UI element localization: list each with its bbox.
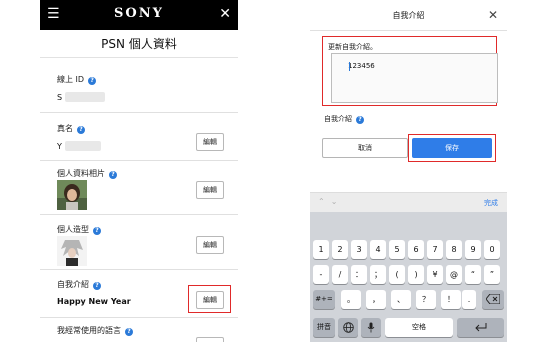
return-key[interactable]	[457, 318, 504, 337]
key-close-paren[interactable]: )	[408, 265, 424, 284]
edit-languages-button[interactable]: 編輯	[196, 337, 224, 342]
done-button[interactable]: 完成	[484, 198, 498, 208]
about-me-value: Happy New Year	[57, 297, 131, 306]
backspace-icon	[485, 293, 501, 305]
return-icon	[474, 323, 486, 332]
edit-profile-photo-button[interactable]: 編輯	[196, 181, 224, 199]
help-icon[interactable]: ?	[88, 77, 97, 85]
sony-logo: SONY	[114, 6, 164, 21]
key-yen[interactable]: ¥	[427, 265, 443, 284]
profile-photo-thumbnail[interactable]	[57, 180, 87, 210]
key-9[interactable]: 9	[465, 240, 481, 259]
about-me-heading: 自我介紹	[324, 115, 352, 123]
key-6[interactable]: 6	[408, 240, 424, 259]
page-title: PSN 個人資料	[40, 30, 238, 58]
key-3[interactable]: 3	[351, 240, 367, 259]
key-pinyin[interactable]: 拼音	[313, 318, 335, 337]
editor-title: 自我介紹	[392, 11, 425, 20]
about-me-edit-area: 更新自我介紹。 123456	[322, 36, 498, 106]
help-icon[interactable]: ?	[93, 282, 101, 290]
key-exclaim[interactable]: ！	[441, 290, 461, 309]
space-key[interactable]: 空格	[385, 318, 453, 337]
update-about-me-label: 更新自我介紹。	[328, 43, 377, 51]
help-icon[interactable]: ?	[125, 328, 133, 336]
edit-real-name-button[interactable]: 編輯	[196, 133, 224, 151]
highlight-box	[188, 285, 231, 313]
avatar-label: 個人造型	[57, 225, 89, 234]
close-icon[interactable]: ✕	[488, 0, 498, 31]
key-8[interactable]: 8	[446, 240, 462, 259]
key-slash[interactable]: /	[332, 265, 348, 284]
key-7[interactable]: 7	[427, 240, 443, 259]
globe-icon	[342, 322, 354, 333]
key-dot[interactable]: .	[462, 290, 476, 309]
section-avatar: 個人造型? 編輯	[40, 215, 238, 270]
help-icon[interactable]: ?	[93, 227, 101, 235]
section-online-id: 線上 ID? S	[40, 58, 238, 113]
key-at[interactable]: @	[446, 265, 462, 284]
key-question[interactable]: ？	[416, 290, 436, 309]
about-me-editor-panel: 自我介紹 ✕ 更新自我介紹。 123456 自我介紹? 取消 保存 ⌃⌄ 完成 …	[310, 0, 507, 342]
microphone-key[interactable]	[361, 318, 381, 337]
next-field-icon[interactable]: ⌄	[331, 197, 344, 206]
backspace-key[interactable]	[482, 290, 504, 309]
previous-field-icon[interactable]: ⌃	[318, 197, 331, 206]
editor-header: 自我介紹 ✕	[310, 0, 507, 31]
keyboard-toolbar: ⌃⌄ 完成	[310, 192, 507, 212]
help-icon[interactable]: ?	[356, 116, 364, 124]
psn-profile-panel: ☰ SONY ✕ PSN 個人資料 線上 ID? S 真名? Y 編輯 個人資料…	[40, 0, 238, 342]
key-close-quote[interactable]: ”	[484, 265, 500, 284]
cancel-button[interactable]: 取消	[322, 138, 408, 158]
text-caret	[349, 62, 350, 71]
key-comma-cjk[interactable]: ，	[366, 290, 386, 309]
redacted-block	[64, 141, 101, 151]
help-icon[interactable]: ?	[77, 126, 85, 134]
key-1[interactable]: 1	[313, 240, 329, 259]
key-5[interactable]: 5	[389, 240, 405, 259]
profile-photo-label: 個人資料相片	[57, 169, 105, 178]
globe-key[interactable]	[338, 318, 358, 337]
key-open-quote[interactable]: “	[465, 265, 481, 284]
about-me-label: 自我介紹	[57, 280, 89, 289]
online-id-label: 線上 ID	[57, 75, 85, 84]
save-button[interactable]: 保存	[412, 138, 492, 158]
key-open-paren[interactable]: (	[389, 265, 405, 284]
redacted-block	[65, 92, 106, 102]
help-icon[interactable]: ?	[109, 171, 117, 179]
real-name-value: Y	[57, 142, 62, 151]
section-real-name: 真名? Y 編輯	[40, 113, 238, 161]
key-colon[interactable]: ：	[351, 265, 367, 284]
key-enum-comma[interactable]: 、	[391, 290, 411, 309]
key-0[interactable]: 0	[484, 240, 500, 259]
about-me-text: 123456	[348, 62, 375, 70]
avatar-thumbnail[interactable]	[57, 236, 87, 266]
section-profile-photo: 個人資料相片? 編輯	[40, 161, 238, 215]
about-me-textarea[interactable]: 123456	[331, 53, 498, 103]
key-2[interactable]: 2	[332, 240, 348, 259]
key-symbols[interactable]: #+=	[313, 290, 335, 309]
keyboard: 1 2 3 4 5 6 7 8 9 0 - / ： ； ( ) ¥ @ “ ” …	[310, 212, 507, 342]
online-id-value: S	[57, 93, 63, 102]
microphone-icon	[367, 322, 375, 333]
key-hyphen[interactable]: -	[313, 265, 329, 284]
real-name-label: 真名	[57, 124, 73, 133]
key-semicolon[interactable]: ；	[370, 265, 386, 284]
close-icon[interactable]: ✕	[219, 6, 231, 22]
key-period-cjk[interactable]: 。	[341, 290, 361, 309]
edit-avatar-button[interactable]: 編輯	[196, 236, 224, 254]
languages-label: 我經常使用的語言	[57, 326, 121, 335]
section-languages: 我經常使用的語言? 編輯	[40, 318, 238, 342]
sony-top-bar: ☰ SONY ✕	[40, 0, 238, 30]
key-4[interactable]: 4	[370, 240, 386, 259]
